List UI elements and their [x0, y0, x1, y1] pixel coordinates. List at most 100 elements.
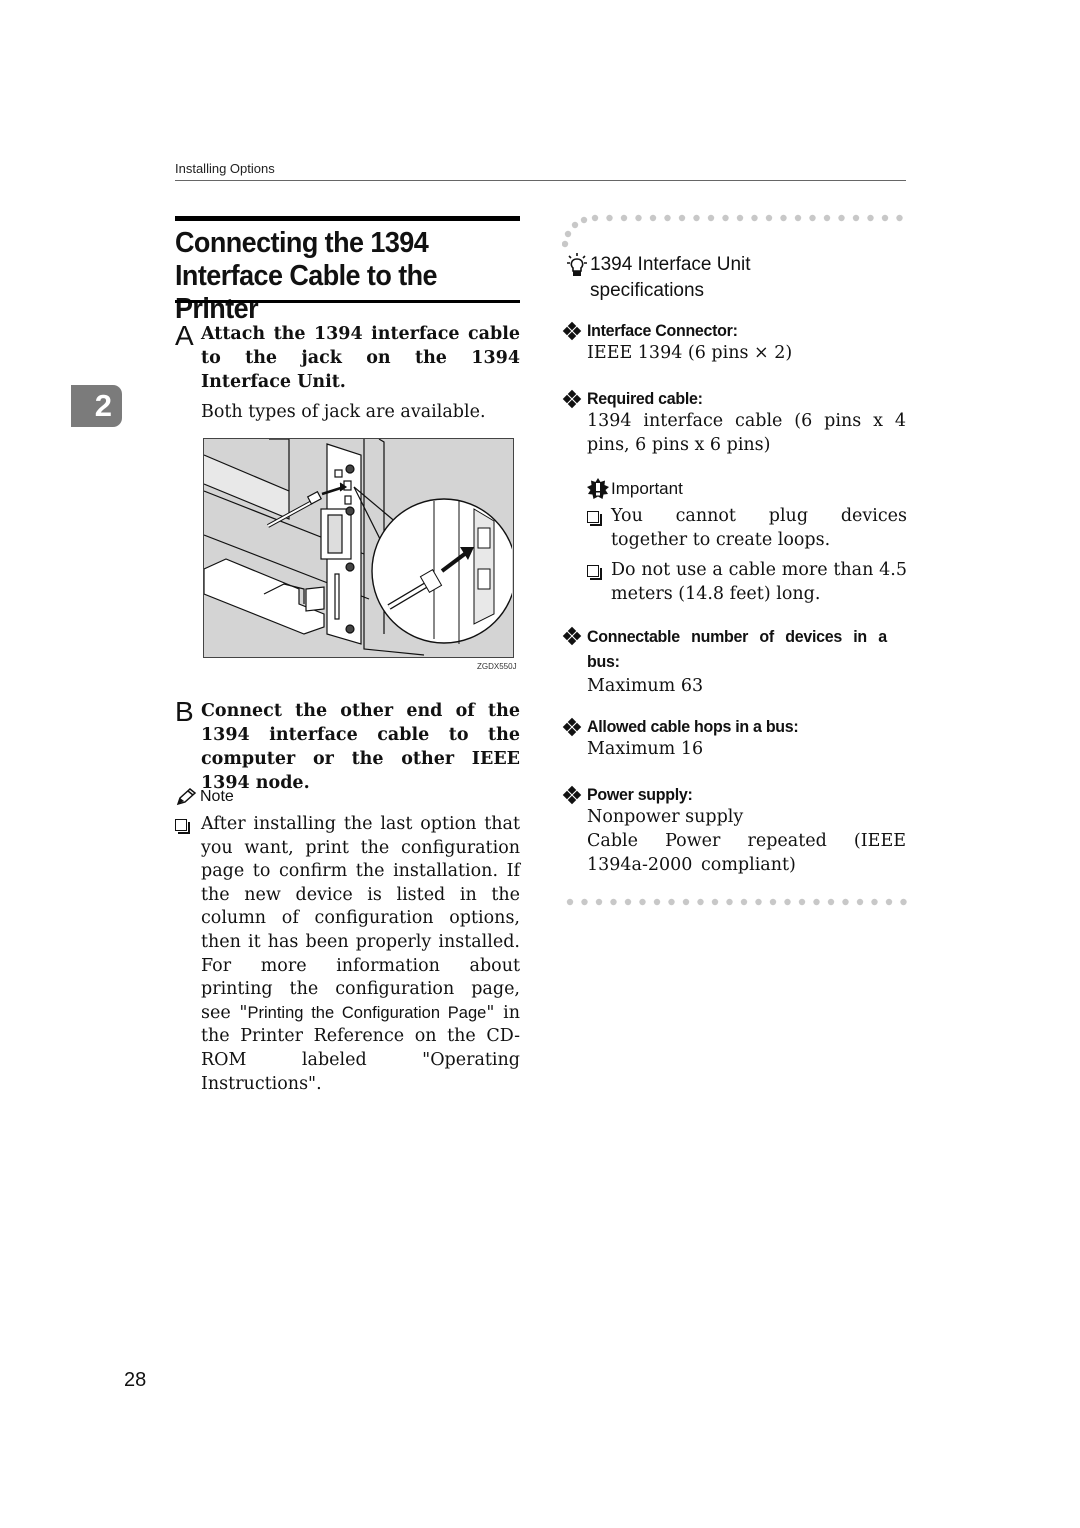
frame-dot: [624, 898, 632, 906]
frame-dot: [856, 898, 864, 906]
diamond-bullet-icon: [562, 389, 582, 409]
detail-port-4pin: [477, 568, 491, 590]
title-rule-top: [175, 216, 520, 221]
frame-dot: [697, 898, 704, 906]
important-burst-icon: [587, 478, 609, 499]
checkbox-bullet-icon: [587, 565, 602, 580]
note-label: Note: [200, 788, 234, 805]
important-label: Important: [611, 479, 683, 498]
frame-dot: [900, 898, 907, 906]
printer-panel: [203, 454, 290, 520]
important-list: You cannot plug devices together to crea…: [587, 505, 907, 613]
spec-value: Maximum 63: [587, 676, 704, 696]
spec-label: Connectable number of devices in a bus:: [587, 627, 887, 671]
frame-dot: [896, 214, 903, 222]
diamond-bullet-icon: [562, 717, 582, 737]
spec-heading-text: 1394 Interface Unit specifications: [590, 254, 751, 301]
frame-dot: [606, 214, 613, 222]
checkbox-bullet-icon: [175, 819, 190, 834]
frame-dot: [639, 898, 646, 906]
dotted-frame-top: [562, 214, 903, 248]
frame-dot: [823, 214, 831, 222]
note-heading: Note: [175, 787, 234, 807]
frame-dot: [653, 898, 661, 906]
frame-dot: [581, 898, 588, 906]
spec-value: IEEE 1394 (6 pins × 2): [587, 343, 793, 363]
frame-dot: [740, 898, 748, 906]
spec-label: Required cable:: [587, 389, 703, 408]
printer-interface-drawing: [203, 438, 517, 656]
section-title: Connecting the 1394 Interface Cable to t…: [175, 227, 438, 325]
chapter-tab: 2: [71, 385, 122, 427]
frame-dot: [610, 898, 617, 906]
diamond-bullet-icon: [562, 785, 582, 805]
frame-dot: [813, 898, 820, 906]
figure-code: ZGDX550J: [477, 662, 517, 671]
frame-dot: [798, 898, 806, 906]
step-a-instruction: Attach the 1394 interface cable to the j…: [201, 324, 520, 392]
frame-dot: [765, 214, 773, 222]
spec-label: Power supply:: [587, 785, 693, 804]
frame-dot: [769, 898, 777, 906]
frame-dot: [620, 214, 628, 222]
frame-dot: [726, 898, 733, 906]
frame-dot: [693, 214, 700, 222]
step-b-letter: B: [175, 696, 194, 727]
spec-label: Interface Connector:: [587, 321, 738, 340]
frame-dot: [595, 898, 603, 906]
title-rule-bottom: [175, 300, 520, 303]
frame-dot: [580, 216, 588, 224]
frame-dot: [678, 214, 686, 222]
checkbox-bullet-icon: [587, 511, 602, 526]
diamond-bullet-icon: [562, 321, 582, 341]
spec-value-line: Cable Power repeated (IEEE 1394a-2000 co…: [587, 831, 906, 875]
frame-dot: [635, 214, 642, 222]
frame-dot: [751, 214, 758, 222]
frame-dot: [571, 221, 579, 229]
frame-dot: [668, 898, 675, 906]
spec-item-power-supply: Power supply: Nonpower supply Cable Powe…: [562, 785, 906, 877]
important-heading: Important: [587, 478, 683, 500]
frame-dot: [881, 214, 889, 222]
frame-dot: [682, 898, 690, 906]
port-upper: [334, 469, 343, 478]
frame-dot: [564, 230, 572, 238]
step-a-letter: A: [175, 320, 194, 351]
spec-item-connectable-devices: Connectable number of devices in a bus: …: [562, 624, 906, 698]
cross-reference-link: Printing the Configuration Page: [247, 1003, 487, 1022]
diamond-bullet-icon: [562, 626, 582, 646]
page-number: 28: [124, 1369, 147, 1391]
spec-item-required-cable: Required cable: 1394 interface cable (6 …: [562, 389, 906, 457]
frame-dot: [707, 214, 715, 222]
note-text: After installing the last option that yo…: [201, 814, 520, 1094]
zoom-detail-circle: [371, 498, 517, 644]
frame-dot: [838, 214, 845, 222]
spec-value: 1394 interface cable (6 pins x 4 pins, 6…: [587, 411, 906, 455]
spec-label: Allowed cable hops in a bus:: [587, 717, 799, 736]
dotted-frame-bottom: [566, 898, 907, 906]
step-a-description: Both types of jack are available.: [201, 402, 486, 422]
frame-dot: [794, 214, 802, 222]
important-item: You cannot plug devices together to crea…: [587, 505, 907, 552]
port-6pin: [343, 480, 352, 491]
running-header: Installing Options: [175, 161, 275, 176]
frame-dot: [755, 898, 762, 906]
frame-dot: [649, 214, 657, 222]
frame-dot: [591, 214, 599, 222]
frame-dot: [827, 898, 835, 906]
frame-dot: [885, 898, 893, 906]
frame-dot: [722, 214, 729, 222]
frame-dot: [852, 214, 860, 222]
frame-dot: [871, 898, 878, 906]
frame-dot: [562, 240, 569, 248]
frame-dot: [809, 214, 816, 222]
important-item: Do not use a cable more than 4.5 meters …: [587, 559, 907, 606]
frame-dot: [566, 898, 574, 906]
frame-dot: [711, 898, 719, 906]
pencil-icon: [176, 788, 197, 806]
chapter-number: 2: [94, 388, 112, 423]
detail-port-6pin: [477, 527, 491, 549]
spec-value-line: Nonpower supply: [587, 807, 744, 827]
frame-dot: [664, 214, 671, 222]
frame-dot: [780, 214, 787, 222]
